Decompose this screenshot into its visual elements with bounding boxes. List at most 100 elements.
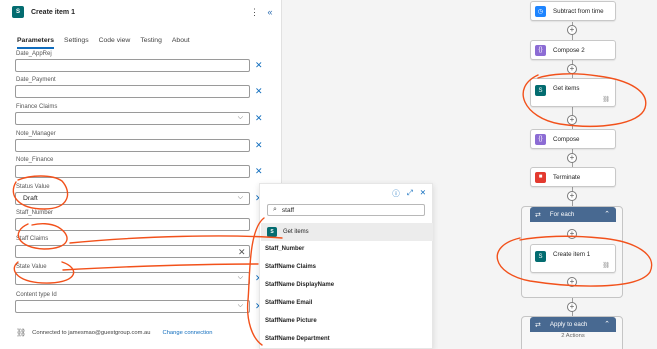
status-value-dropdown[interactable]: Draft ⌵	[15, 192, 250, 205]
add-step-icon[interactable]: +	[567, 115, 577, 125]
compose-icon: {}	[535, 44, 546, 56]
sharepoint-icon: S	[12, 6, 24, 18]
finance-claims-label: Finance Claims	[16, 104, 58, 110]
collapse-caret-icon[interactable]: ⌃	[604, 320, 610, 328]
action-label: Compose	[553, 135, 580, 143]
connection-text: Connected to jamesmao@guestgroup.com.au	[32, 329, 151, 336]
action-label: Subtract from time	[553, 7, 604, 15]
action-get-items[interactable]: S Get items ⛓	[530, 78, 616, 107]
search-icon: ⌕	[273, 206, 277, 213]
tab-testing[interactable]: Testing	[140, 37, 162, 49]
date-apprej-label: Date_AppRej	[16, 51, 52, 57]
link-icon: ⛓	[602, 263, 610, 269]
note-finance-input[interactable]	[15, 165, 250, 178]
dynamic-item-staffname-displayname[interactable]: StaffName DisplayName	[265, 282, 334, 288]
connection-info: ⛓ Connected to jamesmao@guestgroup.com.a…	[16, 328, 212, 337]
content-type-id-label: Content type Id	[16, 292, 57, 298]
apply-to-each-label: Apply to each	[549, 321, 588, 328]
compose-icon: {}	[535, 133, 546, 145]
dynamic-item-staffname-claims[interactable]: StaffName Claims	[265, 264, 316, 270]
info-icon[interactable]: ⓘ	[392, 188, 400, 199]
apply-to-each-header[interactable]: ⇄ Apply to each ⌃	[530, 317, 616, 332]
clear-finance-claims-icon[interactable]: ✕	[255, 114, 263, 123]
action-compose[interactable]: {} Compose	[530, 129, 616, 149]
clear-date-payment-icon[interactable]: ✕	[255, 87, 263, 96]
action-create-item-1[interactable]: S Create item 1 ⛓	[530, 244, 616, 273]
date-apprej-input[interactable]	[15, 59, 250, 72]
actions-count: 2 Actions	[561, 333, 585, 339]
link-icon: ⛓	[602, 97, 610, 103]
action-label: Compose 2	[553, 46, 585, 54]
chevron-down-icon: ⌵	[237, 194, 243, 201]
tab-parameters[interactable]: Parameters	[17, 37, 55, 49]
loop-icon: ⇄	[535, 321, 541, 329]
note-manager-label: Note_Manager	[16, 131, 56, 137]
add-step-icon[interactable]: +	[567, 191, 577, 201]
clear-note-finance-icon[interactable]: ✕	[255, 167, 263, 176]
group-label: Get items	[283, 229, 309, 235]
search-value: staff	[281, 206, 295, 214]
add-step-icon[interactable]: +	[567, 302, 577, 312]
sharepoint-icon: S	[535, 85, 546, 96]
popup-toolbar: ⓘ ⤢ ✕	[392, 188, 426, 199]
get-items-group-header[interactable]: S Get items	[261, 223, 433, 241]
tab-about[interactable]: About	[172, 37, 190, 49]
finance-claims-dropdown[interactable]: ⌵	[15, 112, 250, 125]
staff-number-label: Staff_Number	[16, 210, 53, 216]
state-value-label: State Value	[16, 264, 47, 270]
note-manager-input[interactable]	[15, 139, 250, 152]
chevron-down-icon: ⌵	[237, 114, 243, 121]
add-step-icon[interactable]: +	[567, 25, 577, 35]
dynamic-content-popup: ⓘ ⤢ ✕ ⌕ staff S Get items Staff_Number S…	[259, 183, 433, 349]
clock-icon: ◷	[535, 5, 546, 17]
add-step-icon[interactable]: +	[567, 277, 577, 287]
content-type-id-dropdown[interactable]: ⌵	[15, 300, 250, 313]
staff-claims-input[interactable]	[15, 245, 250, 258]
dynamic-item-staff-number[interactable]: Staff_Number	[265, 246, 304, 252]
dynamic-item-staffname-department[interactable]: StaffName Department	[265, 336, 330, 342]
staff-claims-label: Staff Claims	[16, 236, 49, 242]
staff-number-input[interactable]	[15, 218, 250, 231]
collapse-caret-icon[interactable]: ⌃	[604, 210, 610, 218]
action-label: Create item 1	[553, 251, 591, 258]
sharepoint-icon: S	[535, 251, 546, 262]
clear-staff-claims-icon[interactable]: ✕	[238, 247, 246, 258]
dynamic-item-staffname-picture[interactable]: StaffName Picture	[265, 318, 317, 324]
more-options-icon[interactable]: ⋮	[250, 7, 259, 18]
chevron-down-icon: ⌵	[237, 274, 243, 281]
clear-date-apprej-icon[interactable]: ✕	[255, 61, 263, 70]
panel-header: S Create item 1 ⋮ «	[12, 5, 274, 19]
date-payment-input[interactable]	[15, 85, 250, 98]
parameters-panel: S Create item 1 ⋮ « Parameters Settings …	[0, 0, 282, 349]
add-step-icon[interactable]: +	[567, 153, 577, 163]
sharepoint-icon: S	[267, 227, 277, 237]
status-value-value: Draft	[23, 195, 38, 202]
note-finance-label: Note_Finance	[16, 157, 54, 163]
link-icon: ⛓	[16, 328, 27, 337]
terminate-icon: ■	[535, 171, 546, 183]
collapse-panel-icon[interactable]: «	[266, 7, 274, 17]
dynamic-content-search-input[interactable]: ⌕ staff	[267, 204, 425, 216]
for-each-header[interactable]: ⇄ For each ⌃	[530, 207, 616, 222]
add-step-icon[interactable]: +	[567, 64, 577, 74]
dynamic-item-staffname-email[interactable]: StaffName Email	[265, 300, 312, 306]
change-connection-link[interactable]: Change connection	[163, 330, 213, 336]
for-each-label: For each	[549, 211, 575, 218]
panel-tabs: Parameters Settings Code view Testing Ab…	[17, 37, 190, 49]
panel-title: Create item 1	[31, 8, 75, 16]
state-value-dropdown[interactable]: ⌵	[15, 272, 250, 285]
action-subtract-from-time[interactable]: ◷ Subtract from time	[530, 1, 616, 21]
loop-icon: ⇄	[535, 211, 541, 219]
add-step-icon[interactable]: +	[567, 229, 577, 239]
chevron-down-icon: ⌵	[237, 302, 243, 309]
action-compose-2[interactable]: {} Compose 2	[530, 40, 616, 60]
tab-code-view[interactable]: Code view	[99, 37, 131, 49]
status-value-label: Status Value	[16, 184, 50, 190]
action-terminate[interactable]: ■ Terminate	[530, 167, 616, 187]
close-icon[interactable]: ✕	[420, 188, 426, 199]
action-label: Get items	[553, 85, 580, 92]
tab-settings[interactable]: Settings	[64, 37, 89, 49]
clear-note-manager-icon[interactable]: ✕	[255, 141, 263, 150]
expand-icon[interactable]: ⤢	[407, 188, 413, 199]
date-payment-label: Date_Payment	[16, 77, 56, 83]
